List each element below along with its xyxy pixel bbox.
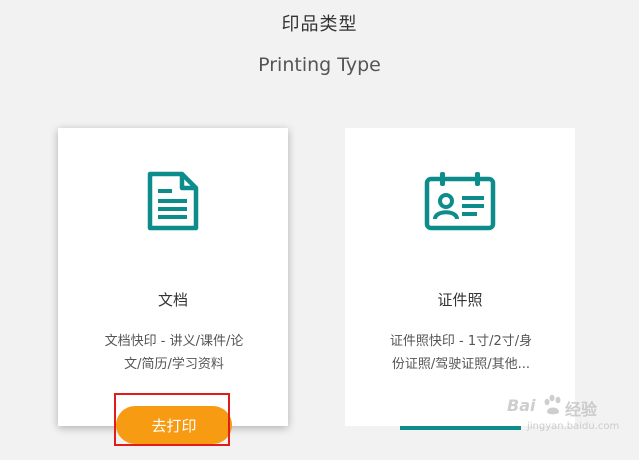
active-tab-indicator bbox=[400, 426, 521, 430]
paw-icon bbox=[543, 394, 563, 420]
card-document[interactable]: 文档 文档快印 - 讲义/课件/论 文/简历/学习资料 bbox=[58, 128, 288, 426]
watermark-url: jingyan.baidu.com bbox=[527, 421, 620, 432]
baidu-watermark: Bai 经验 jingyan.baidu.com bbox=[507, 394, 619, 436]
section-title: 印品类型 bbox=[281, 14, 358, 35]
card-description-line: 文档快印 - 讲义/课件/论 bbox=[104, 334, 244, 349]
section-subtitle: Printing Type bbox=[258, 54, 381, 76]
watermark-text: 经验 bbox=[565, 400, 598, 419]
card-description-line: 证件照快印 - 1寸/2寸/身 bbox=[389, 334, 533, 349]
card-description: 文档快印 - 讲义/课件/论 文/简历/学习资料 bbox=[94, 330, 254, 376]
card-description-line: 份证照/驾驶证照/其他... bbox=[391, 357, 531, 372]
highlight-annotation bbox=[114, 393, 230, 446]
id-card-icon bbox=[424, 170, 496, 236]
card-title: 证件照 bbox=[437, 291, 483, 309]
watermark-brand: Bai bbox=[507, 396, 536, 415]
card-id-photo[interactable]: 证件照 证件照快印 - 1寸/2寸/身 份证照/驾驶证照/其他... bbox=[345, 128, 575, 426]
card-description-line: 文/简历/学习资料 bbox=[124, 357, 224, 372]
card-title: 文档 bbox=[157, 291, 188, 309]
card-description: 证件照快印 - 1寸/2寸/身 份证照/驾驶证照/其他... bbox=[381, 330, 541, 376]
document-icon bbox=[146, 170, 200, 236]
